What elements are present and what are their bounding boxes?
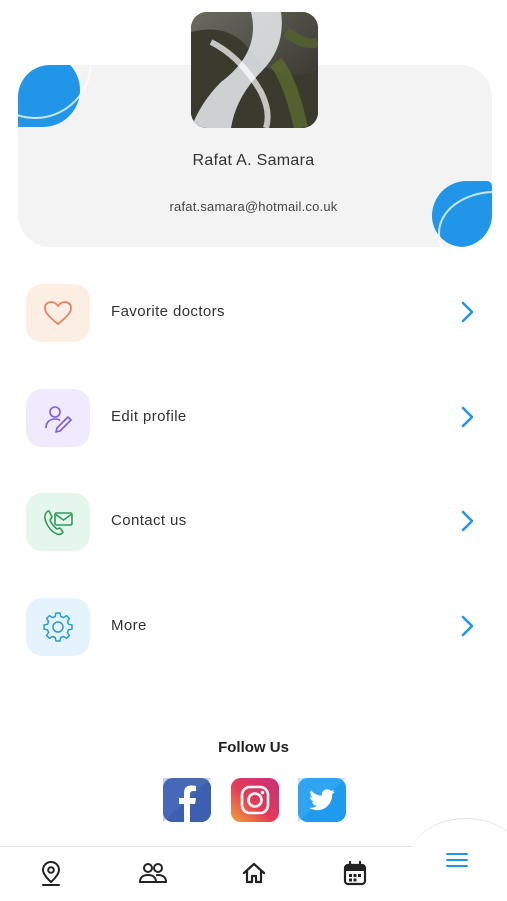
chevron-right-icon [461,615,474,637]
menu-item-favorite-doctors[interactable]: Favorite doctors [26,284,482,344]
menu-item-edit-profile[interactable]: Edit profile [26,389,482,449]
menu-item-contact-us[interactable]: Contact us [26,493,482,553]
profile-name: Rafat A. Samara [192,152,315,169]
chevron-right-icon [461,301,474,323]
profile-email: rafat.samara@hotmail.co.uk [169,199,338,214]
menu-item-label: Contact us [111,512,187,529]
chevron-right-icon [461,406,474,428]
avatar-photo [191,12,318,128]
instagram-icon[interactable] [231,778,279,822]
location-pin-icon[interactable] [34,856,68,890]
gear-icon [26,598,90,656]
decorative-arc [18,65,92,119]
phone-mail-icon [26,493,90,551]
follow-us-heading: Follow Us [218,739,289,756]
menu-item-label: More [111,617,147,634]
people-icon[interactable] [136,856,170,890]
menu-item-label: Favorite doctors [111,303,225,320]
menu-item-label: Edit profile [111,408,187,425]
calendar-icon[interactable] [338,856,372,890]
home-icon[interactable] [237,856,271,890]
avatar[interactable] [191,12,318,128]
twitter-icon[interactable] [298,778,346,822]
menu-icon[interactable] [440,843,474,877]
user-edit-icon [26,389,90,447]
facebook-icon[interactable] [163,778,211,822]
chevron-right-icon [461,510,474,532]
heart-icon [26,284,90,342]
menu-item-more[interactable]: More [26,598,482,658]
